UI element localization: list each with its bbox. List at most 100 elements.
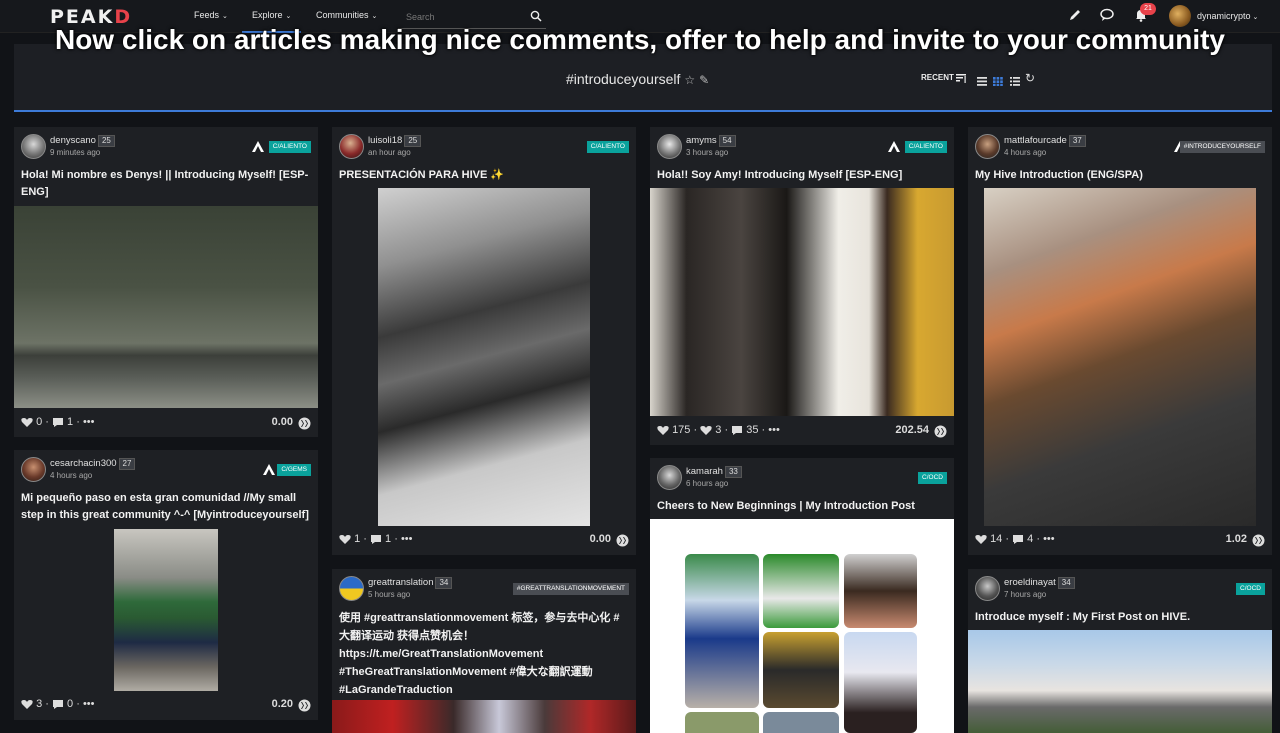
post-title[interactable]: Cheers to New Beginnings | My Introducti… [657, 498, 946, 515]
author-avatar[interactable] [21, 457, 46, 482]
sort-icon [956, 74, 967, 83]
post-card[interactable]: denyscano 25 9 minutes ago C/ALIENTO Hola… [14, 127, 318, 437]
hive-icon [298, 699, 311, 712]
more-options-icon[interactable]: ••• [768, 424, 780, 436]
community-badge[interactable]: #INTRODUCEYOURSELF [1179, 141, 1265, 153]
reputation-badge: 25 [97, 135, 115, 147]
author-name[interactable]: amyms 54 [686, 135, 736, 147]
author-avatar[interactable] [975, 576, 1000, 601]
post-thumbnail[interactable] [650, 188, 954, 416]
username-menu[interactable]: dynamicrypto ⌄ [1197, 11, 1258, 21]
hive-icon [934, 425, 947, 438]
more-options-icon[interactable]: ••• [401, 533, 413, 545]
heart-icon[interactable] [339, 534, 351, 545]
author-name[interactable]: kamarah 33 [686, 466, 742, 478]
post-card[interactable]: kamarah 33 6 hours ago C/OCD Cheers to Ne… [650, 458, 954, 733]
community-badge[interactable]: C/GEMS [277, 464, 311, 476]
post-card[interactable]: cesarchacin300 27 4 hours ago C/GEMS Mi p… [14, 450, 318, 720]
post-thumbnail[interactable] [378, 188, 590, 526]
chat-icon[interactable] [1100, 8, 1116, 24]
heart-icon[interactable] [657, 425, 669, 436]
author-name[interactable]: cesarchacin300 27 [50, 458, 136, 470]
author-avatar[interactable] [339, 134, 364, 159]
community-badge[interactable]: C/OCD [918, 472, 947, 484]
author-name[interactable]: eroeldinayat 34 [1004, 577, 1075, 589]
post-time: 4 hours ago [1004, 148, 1047, 157]
post-footer: 3 · 0 · ••• 0.20 [21, 698, 311, 714]
post-card[interactable]: luisoli18 25 an hour ago C/ALIENTO PRESEN… [332, 127, 636, 555]
nav-explore[interactable]: Explore ⌄ [241, 10, 302, 33]
post-card[interactable]: mattlafourcade 37 4 hours ago #INTRODUCEY… [968, 127, 1272, 555]
heart-icon[interactable] [21, 417, 33, 428]
post-thumbnail[interactable] [114, 529, 218, 691]
tag-title: #introduceyourself ☆ ✎ [566, 71, 710, 87]
comment-icon[interactable] [731, 425, 743, 436]
post-thumbnail[interactable] [332, 700, 636, 733]
heart-icon[interactable] [975, 534, 987, 545]
payout-value[interactable]: 0.00 [272, 416, 293, 428]
comment-count: 1 [385, 533, 392, 546]
reblog-icon[interactable] [700, 425, 712, 436]
vote-count: 1 [354, 533, 361, 546]
list-view-icon[interactable] [977, 77, 987, 86]
notification-count-badge: 21 [1140, 3, 1156, 15]
community-badge[interactable]: #GREATTRANSLATIONMOVEMENT [512, 583, 629, 595]
community-badge[interactable]: C/ALIENTO [904, 141, 947, 153]
comment-icon[interactable] [52, 417, 64, 428]
vote-count: 14 [990, 533, 1003, 546]
refresh-icon[interactable]: ↻ [1025, 71, 1035, 85]
post-card[interactable]: amyms 54 3 hours ago C/ALIENTO Hola!! Soy… [650, 127, 954, 445]
author-avatar[interactable] [21, 134, 46, 159]
comment-icon[interactable] [52, 699, 64, 710]
community-badge[interactable]: C/ALIENTO [586, 141, 629, 153]
post-thumbnail[interactable] [968, 630, 1272, 733]
comment-icon[interactable] [1012, 534, 1024, 545]
comment-icon[interactable] [370, 534, 382, 545]
sort-recent-button[interactable]: RECENT [921, 73, 967, 83]
post-card[interactable]: eroeldinayat 34 7 hours ago C/OCD Introdu… [968, 569, 1272, 733]
post-card[interactable]: greattranslation 34 5 hours ago #GREATTRA… [332, 569, 636, 733]
post-thumbnail[interactable] [984, 188, 1256, 526]
pencil-icon[interactable]: ✎ [699, 73, 709, 87]
author-name[interactable]: luisoli18 25 [368, 135, 422, 147]
compact-view-icon[interactable] [1009, 77, 1020, 86]
author-avatar[interactable] [975, 134, 1000, 159]
post-time: 3 hours ago [686, 148, 729, 157]
grid-view-icon[interactable] [993, 77, 1004, 86]
post-title[interactable]: Introduce myself : My First Post on HIVE… [975, 609, 1264, 626]
author-name[interactable]: denyscano 25 [50, 135, 115, 147]
more-options-icon[interactable]: ••• [1043, 533, 1055, 545]
more-options-icon[interactable]: ••• [83, 698, 95, 710]
post-title[interactable]: 使用 #greattranslationmovement 标签，参与去中心化 #… [339, 609, 628, 699]
post-time: 7 hours ago [1004, 590, 1047, 599]
heart-icon[interactable] [21, 699, 33, 710]
payout-value[interactable]: 0.00 [590, 533, 611, 545]
community-badge[interactable]: C/OCD [1236, 583, 1265, 595]
post-thumbnail[interactable] [650, 519, 954, 733]
author-name[interactable]: mattlafourcade 37 [1004, 135, 1086, 147]
aliento-logo-icon [263, 464, 275, 475]
pencil-icon[interactable] [1068, 8, 1084, 24]
nav-communities[interactable]: Communities ⌄ [316, 10, 377, 20]
community-badge[interactable]: C/ALIENTO [268, 141, 311, 153]
search-input[interactable] [406, 12, 526, 22]
post-title[interactable]: My Hive Introduction (ENG/SPA) [975, 167, 1264, 184]
star-icon[interactable]: ☆ [684, 73, 695, 87]
post-title[interactable]: Hola!! Soy Amy! Introducing Myself [ESP-… [657, 167, 946, 184]
payout-value[interactable]: 202.54 [895, 424, 929, 436]
author-avatar[interactable] [657, 134, 682, 159]
post-title[interactable]: Hola! Mi nombre es Denys! || Introducing… [21, 167, 310, 201]
post-title[interactable]: PRESENTACIÓN PARA HIVE ✨ [339, 167, 628, 184]
author-avatar[interactable] [339, 576, 364, 601]
more-options-icon[interactable]: ••• [83, 416, 95, 428]
author-name[interactable]: greattranslation 34 [368, 577, 453, 589]
post-title[interactable]: Mi pequeño paso en esta gran comunidad /… [21, 490, 310, 524]
nav-feeds[interactable]: Feeds ⌄ [194, 10, 228, 20]
post-time: 9 minutes ago [50, 148, 101, 157]
payout-value[interactable]: 0.20 [272, 698, 293, 710]
payout-value[interactable]: 1.02 [1226, 533, 1247, 545]
author-avatar[interactable] [657, 465, 682, 490]
post-thumbnail[interactable] [14, 206, 318, 408]
vote-count: 0 [36, 416, 43, 429]
reblog-count: 3 [715, 424, 722, 437]
